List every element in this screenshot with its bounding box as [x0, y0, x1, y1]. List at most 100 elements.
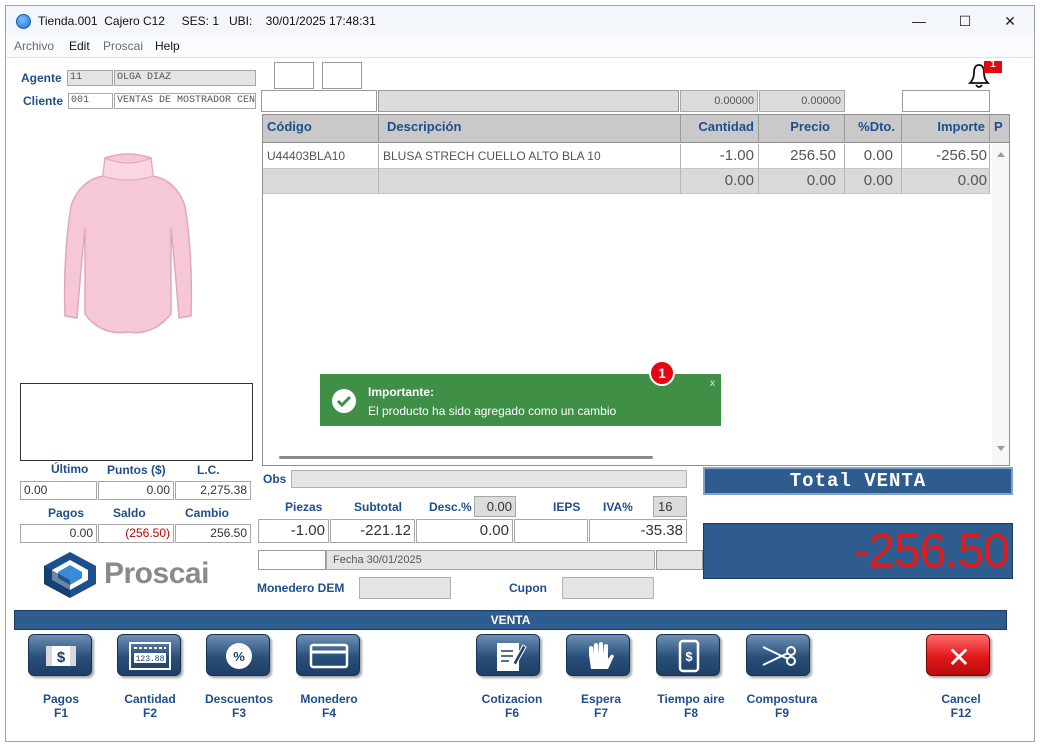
- card-icon: [309, 643, 349, 669]
- top-right-input[interactable]: [902, 90, 990, 112]
- phone-money-symbol: $: [685, 649, 693, 664]
- tiempo-aire-button[interactable]: $: [656, 634, 720, 676]
- cancel-label: Cancel F12: [941, 692, 981, 720]
- cell-precio: 256.50: [759, 144, 845, 169]
- col-importe[interactable]: Importe: [902, 115, 990, 143]
- cancel-button[interactable]: ✕: [926, 634, 990, 676]
- menu-help[interactable]: Help: [155, 39, 180, 53]
- menu-bar: Archivo Edit Proscai Help: [6, 36, 1034, 58]
- fecha-prefix-field[interactable]: [258, 550, 326, 570]
- search-desc-input[interactable]: [378, 90, 679, 112]
- col-dto[interactable]: %Dto.: [845, 115, 902, 143]
- ultimo-label: Último: [51, 462, 89, 476]
- cancel-symbol: ✕: [947, 641, 970, 674]
- venta-section-bar: VENTA: [14, 610, 1007, 630]
- maximize-button[interactable]: ☐: [945, 10, 985, 32]
- cotizacion-button[interactable]: [476, 634, 540, 676]
- iva-pct-value: 16: [653, 496, 687, 517]
- cantidad-button[interactable]: 123.88: [117, 634, 181, 676]
- iva-label: IVA%: [603, 500, 633, 514]
- toast-title: Importante:: [368, 385, 434, 399]
- product-image: [63, 153, 193, 334]
- horizontal-scrollbar[interactable]: [279, 456, 653, 459]
- col-cantidad[interactable]: Cantidad: [681, 115, 759, 143]
- cambio-value: 256.50: [175, 524, 251, 543]
- cell-dto: 0.00: [845, 144, 902, 169]
- scissors-icon: [762, 646, 796, 666]
- subtotal-label: Subtotal: [354, 500, 402, 514]
- proscai-logo-text: Proscai: [104, 557, 209, 590]
- search-code-input[interactable]: [261, 90, 377, 112]
- scroll-arrows-icon: [997, 152, 1005, 451]
- ultimo-value: 0.00: [20, 481, 97, 500]
- cupon-field[interactable]: [562, 577, 654, 599]
- cell-dto: 0.00: [845, 169, 902, 194]
- pos-window: Tienda.001 Cajero C12 SES: 1 UBI: 30/01/…: [5, 5, 1035, 742]
- cell-cantidad: -1.00: [681, 144, 759, 169]
- toast-message: El producto ha sido agregado como un cam…: [368, 404, 617, 418]
- fecha-field: Fecha 30/01/2025: [326, 550, 655, 570]
- cell-codigo: U44403BLA10: [263, 144, 379, 169]
- iva-value: -35.38: [589, 519, 687, 543]
- puntos-value: 0.00: [98, 481, 174, 500]
- toast-close-button[interactable]: x: [710, 378, 715, 389]
- menu-edit[interactable]: Edit: [69, 39, 90, 53]
- ieps-value: [514, 519, 588, 543]
- hand-stop-icon: [589, 642, 614, 669]
- agente-name-field[interactable]: OLGA DIAZ: [114, 70, 256, 86]
- top-box-2[interactable]: [322, 62, 362, 89]
- title-bar: Tienda.001 Cajero C12 SES: 1 UBI: 30/01/…: [6, 6, 1034, 36]
- cell-codigo: [263, 169, 379, 194]
- left-info-box: [20, 383, 253, 461]
- discount-icon: %: [226, 643, 252, 669]
- minimize-button[interactable]: —: [899, 10, 939, 32]
- cell-precio: 0.00: [759, 169, 845, 194]
- subtotal-value: -221.12: [330, 519, 415, 543]
- puntos-label: Puntos ($): [107, 463, 166, 477]
- col-precio[interactable]: Precio: [759, 115, 845, 143]
- top-value-2: 0.00000: [759, 90, 845, 112]
- col-p[interactable]: P: [990, 115, 1009, 143]
- monedero-button[interactable]: [296, 634, 360, 676]
- saldo-value: (256.50): [98, 524, 174, 543]
- agente-code-field[interactable]: 11: [67, 70, 113, 86]
- document-edit-icon: [497, 643, 527, 671]
- cliente-name-field[interactable]: VENTAS DE MOSTRADOR CENTRO: [114, 93, 256, 109]
- pagos-value: 0.00: [20, 524, 97, 543]
- col-codigo[interactable]: Código: [263, 115, 379, 143]
- total-amount: -256.50: [703, 523, 1013, 579]
- pagos-button[interactable]: $: [28, 634, 92, 676]
- pagos-label: Pagos: [48, 506, 85, 520]
- vertical-scrollbar[interactable]: [992, 144, 1009, 465]
- cupon-label: Cupon: [509, 581, 547, 595]
- phone-credit-icon: $: [678, 639, 700, 673]
- cancel-x-icon: ✕: [947, 641, 970, 674]
- lc-value: 2,275.38: [175, 481, 251, 500]
- menu-proscai[interactable]: Proscai: [103, 39, 143, 53]
- step-marker-badge: 1: [649, 360, 675, 386]
- close-button[interactable]: ✕: [990, 10, 1030, 32]
- cliente-label: Cliente: [23, 94, 64, 108]
- compostura-button[interactable]: [746, 634, 810, 676]
- monedero-field[interactable]: [359, 577, 451, 599]
- calc-display: 123.88: [136, 655, 165, 664]
- percent-symbol: %: [233, 649, 245, 664]
- cell-descripcion: [379, 169, 681, 194]
- app-globe-icon: [16, 14, 31, 29]
- piezas-value: -1.00: [258, 519, 329, 543]
- piezas-label: Piezas: [285, 500, 323, 514]
- notification-count: 1: [990, 59, 996, 70]
- col-descripcion[interactable]: Descripción: [379, 115, 681, 143]
- cliente-code-field[interactable]: 001: [68, 93, 113, 109]
- descuentos-label: Descuentos F3: [204, 692, 274, 720]
- menu-archivo[interactable]: Archivo: [14, 39, 54, 53]
- top-box-1[interactable]: [274, 62, 314, 89]
- desc-value: 0.00: [416, 519, 513, 543]
- desc-pct-value: 0.00: [474, 496, 516, 517]
- descuentos-button[interactable]: %: [206, 634, 270, 676]
- obs-field[interactable]: [291, 470, 687, 488]
- money-symbol: $: [57, 649, 66, 666]
- money-icon: $: [46, 646, 76, 666]
- cambio-label: Cambio: [185, 506, 230, 520]
- espera-button[interactable]: [566, 634, 630, 676]
